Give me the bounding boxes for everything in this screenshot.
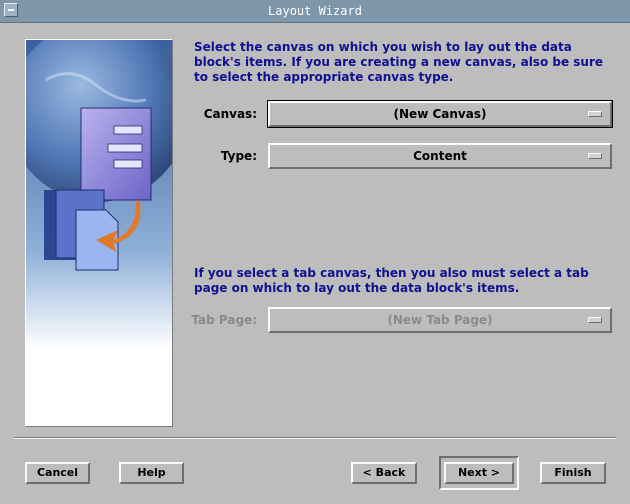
button-separator <box>14 437 616 439</box>
canvas-dropdown[interactable]: (New Canvas) <box>267 100 613 128</box>
wizard-illustration-graphic <box>26 40 172 426</box>
dropdown-arrow-icon <box>588 111 602 117</box>
tab-page-dropdown[interactable]: (New Tab Page) <box>268 307 612 333</box>
dropdown-arrow-icon <box>588 153 602 159</box>
tab-page-dropdown-value: (New Tab Page) <box>387 313 493 327</box>
wizard-illustration <box>25 39 173 427</box>
canvas-label: Canvas: <box>203 107 257 121</box>
canvas-dropdown-value: (New Canvas) <box>393 107 487 121</box>
title-bar: Layout Wizard <box>0 0 630 23</box>
dropdown-arrow-icon <box>588 317 602 323</box>
help-button[interactable]: Help <box>119 462 184 484</box>
cancel-button[interactable]: Cancel <box>25 462 90 484</box>
canvas-instructions: Select the canvas on which you wish to l… <box>194 40 604 84</box>
back-button[interactable]: < Back <box>351 462 417 484</box>
type-label: Type: <box>220 149 257 163</box>
tab-page-label: Tab Page: <box>191 313 257 327</box>
tab-page-instructions: If you select a tab canvas, then you als… <box>194 266 589 295</box>
finish-button[interactable]: Finish <box>540 462 606 484</box>
type-dropdown-value: Content <box>413 149 467 163</box>
next-button[interactable]: Next > <box>444 462 514 484</box>
window-title: Layout Wizard <box>268 4 362 18</box>
type-dropdown[interactable]: Content <box>268 143 612 169</box>
